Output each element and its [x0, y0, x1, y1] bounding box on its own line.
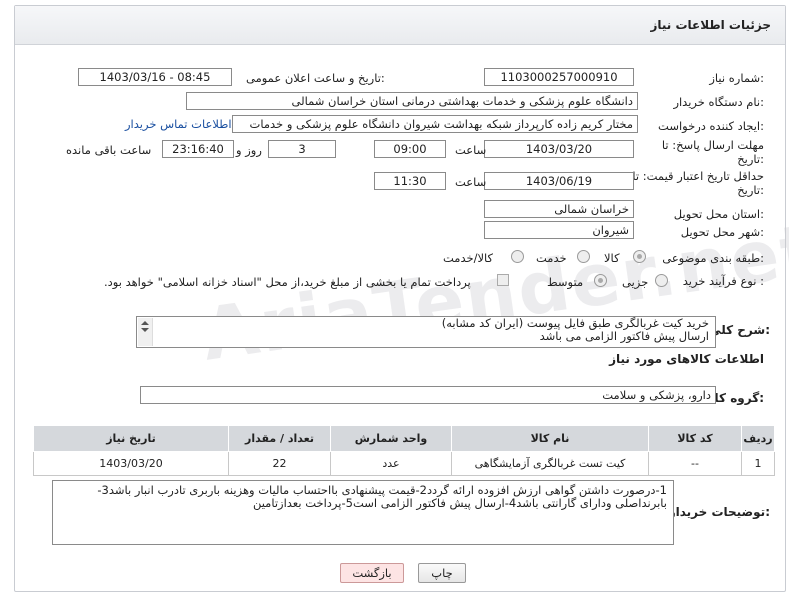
cell-date: 1403/03/20	[33, 451, 229, 476]
panel-title: جزئیات اطلاعات نیاز	[650, 18, 771, 32]
buyer-notes-label: توضیحات خریدار:	[668, 505, 770, 519]
panel-header: جزئیات اطلاعات نیاز	[15, 6, 785, 45]
col-code: کد کالا	[648, 425, 742, 452]
table-header-row: ردیف کد کالا نام کالا واحد شمارش تعداد /…	[33, 425, 775, 452]
days-label: روز و	[236, 143, 262, 157]
deadline-time-label: ساعت	[455, 143, 487, 157]
col-date: تاریخ نیاز	[33, 425, 229, 452]
description-line: ارسال پیش فاکتور الزامی می باشد	[539, 329, 709, 343]
buyer-contact-link[interactable]: اطلاعات تماس خریدار	[125, 117, 232, 131]
category-radio-goods[interactable]	[633, 250, 646, 263]
col-qty: تعداد / مقدار	[228, 425, 331, 452]
days-remaining-field: 3	[268, 140, 336, 158]
deadline-label: مهلت ارسال پاسخ: تا	[661, 138, 764, 152]
deadline-time-field: 09:00	[374, 140, 446, 158]
need-number-label: شماره نیاز:	[709, 71, 764, 85]
validity-time-field: 11:30	[374, 172, 446, 190]
time-remaining-field: 23:16:40	[162, 140, 234, 158]
cell-name: کیت تست غربالگری آزمایشگاهی	[451, 451, 649, 476]
deadline-date-field: 1403/03/20	[484, 140, 634, 158]
cell-unit: عدد	[330, 451, 452, 476]
treasury-checkbox[interactable]	[497, 274, 509, 286]
process-label: نوع فرآیند خرید :	[682, 274, 764, 288]
process-option-medium: متوسط	[547, 275, 584, 289]
category-option-goods: کالا	[604, 251, 620, 265]
process-option-minor: جزیی	[622, 275, 649, 289]
validity-date-label: تاریخ:	[737, 183, 764, 197]
category-radio-both[interactable]	[511, 250, 524, 263]
creator-field: مختار کریم زاده کارپرداز شبکه بهداشت شیر…	[232, 115, 638, 133]
description-textarea[interactable]: خرید کیت غربالگری طبق فایل پیوست (ایران …	[136, 316, 716, 348]
col-name: نام کالا	[451, 425, 649, 452]
need-number-field: 1103000257000910	[484, 68, 634, 86]
cell-code: --	[648, 451, 742, 476]
cell-qty: 22	[228, 451, 331, 476]
description-scrollbar[interactable]	[138, 318, 153, 346]
announce-label: تاریخ و ساعت اعلان عمومی:	[246, 71, 385, 85]
announce-field: 1403/03/16 - 08:45	[78, 68, 232, 86]
col-row: ردیف	[741, 425, 775, 452]
col-unit: واحد شمارش	[330, 425, 452, 452]
print-button[interactable]: چاپ	[418, 563, 466, 583]
buyer-label: نام دستگاه خریدار:	[673, 95, 764, 109]
process-radio-minor[interactable]	[655, 274, 668, 287]
province-field: خراسان شمالی	[484, 200, 634, 218]
cell-row: 1	[741, 451, 775, 476]
city-label: شهر محل تحویل:	[680, 225, 764, 239]
creator-label: ایجاد کننده درخواست:	[658, 119, 764, 133]
table-row[interactable]: 1 -- کیت تست غربالگری آزمایشگاهی عدد 22 …	[33, 451, 775, 476]
city-field: شیروان	[484, 221, 634, 239]
province-label: استان محل تحویل:	[673, 207, 764, 221]
goods-info-title: اطلاعات کالاهای مورد نیاز	[609, 352, 764, 366]
deadline-date-label: تاریخ:	[737, 152, 764, 166]
process-radio-medium[interactable]	[594, 274, 607, 287]
category-option-service: خدمت	[536, 251, 567, 265]
goods-group-field: دارو، پزشکی و سلامت	[140, 386, 716, 404]
validity-time-label: ساعت	[455, 175, 487, 189]
payment-note: پرداخت تمام یا بخشی از مبلغ خرید،از محل …	[104, 275, 471, 289]
buyer-notes-textarea[interactable]: 1-درصورت داشتن گواهی ارزش افزوده ارائه گ…	[52, 480, 674, 545]
category-label: طبقه بندی موضوعی:	[662, 251, 764, 265]
buyer-field: دانشگاه علوم پزشکی و خدمات بهداشتی درمان…	[186, 92, 638, 110]
back-button[interactable]: بازگشت	[340, 563, 404, 583]
validity-date-field: 1403/06/19	[484, 172, 634, 190]
buyer-notes-line: بابرنداصلی ودارای گارانتی باشد4-ارسال پی…	[252, 496, 667, 510]
validity-label: حداقل تاریخ اعتبار قیمت: تا	[632, 169, 764, 183]
time-remaining-label: ساعت باقی مانده	[66, 143, 152, 157]
category-radio-service[interactable]	[577, 250, 590, 263]
category-option-both: کالا/خدمت	[443, 251, 494, 265]
items-table: ردیف کد کالا نام کالا واحد شمارش تعداد /…	[33, 425, 775, 476]
